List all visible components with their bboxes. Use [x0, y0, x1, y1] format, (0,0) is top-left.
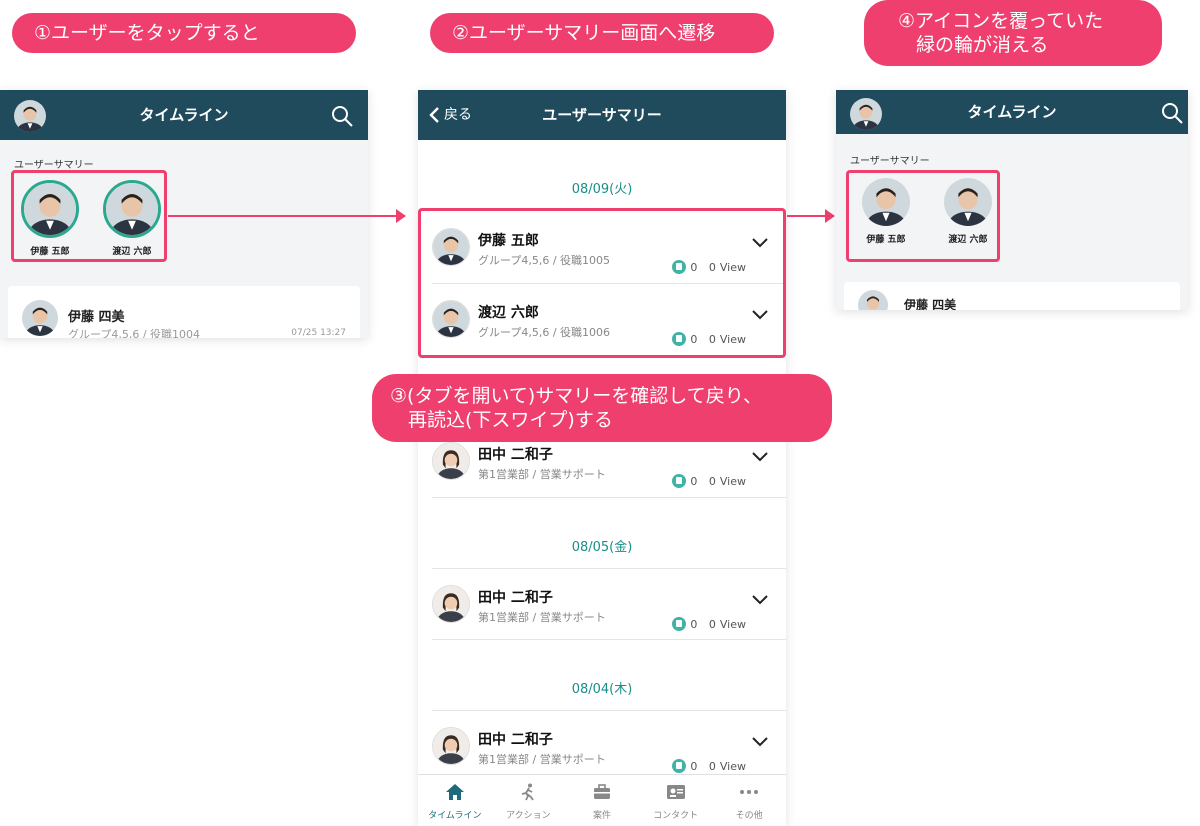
- feed-card[interactable]: 伊藤 四美 グループ4,5,6 / 役職1004 07/25 13:27: [8, 286, 360, 338]
- chevron-down-icon[interactable]: [752, 452, 768, 462]
- feed-card[interactable]: 伊藤 四美: [844, 282, 1180, 310]
- highlight-users-screen3: [846, 170, 1000, 262]
- arrow-to-screen3: [787, 209, 835, 223]
- callout-text: ①ユーザーをタップすると: [34, 22, 260, 44]
- feed-avatar: [858, 290, 888, 310]
- feed-list: 伊藤 四美: [836, 264, 1188, 310]
- callout-text: 再読込(下スワイプ)する: [408, 409, 613, 431]
- home-icon: [445, 784, 464, 800]
- row-stats: 0 0 View: [672, 617, 746, 631]
- view-count: 0: [708, 474, 716, 488]
- tab-label: 案件: [592, 811, 611, 821]
- summary-row[interactable]: 田中 二和子 第1営業部 / 営業サポート 0 0 View: [432, 568, 786, 640]
- date-header: 08/05(金): [571, 540, 633, 555]
- feed-time: 07/25 13:27: [291, 328, 346, 338]
- tab-contact[interactable]: コンタクト: [639, 775, 713, 826]
- screen-user-summary: 戻る ユーザーサマリー 08/09(火) 伊藤 五郎 グループ4,5,6 / 役…: [418, 90, 786, 826]
- thumbs-up-icon: [672, 617, 687, 631]
- row-name: 田中 二和子: [478, 732, 553, 748]
- tab-bar: タイムライン アクション 案件 コンタクト その他: [418, 774, 786, 826]
- date-header: 08/09(火): [571, 182, 633, 197]
- summary-label: ユーザーサマリー: [850, 156, 930, 167]
- row-avatar: [432, 585, 470, 623]
- view-count: 0: [708, 759, 716, 773]
- view-label: View: [719, 474, 746, 488]
- row-dept: 第1営業部 / 営業サポート: [478, 753, 606, 766]
- summary-row[interactable]: 田中 二和子 第1営業部 / 営業サポート 0 0 View: [432, 710, 786, 782]
- feed-avatar: [22, 300, 58, 336]
- page-title: ユーザーサマリー: [542, 106, 662, 124]
- callout-step2: ②ユーザーサマリー画面へ遷移: [430, 13, 774, 53]
- navigation-bar: タイムライン: [0, 90, 368, 140]
- like-count: 0: [690, 617, 698, 631]
- like-count: 0: [690, 474, 698, 488]
- callout-text: ③(タブを開いて)サマリーを確認して戻り、: [390, 385, 762, 407]
- chevron-down-icon[interactable]: [752, 595, 768, 605]
- callout-step3: ③(タブを開いて)サマリーを確認して戻り、 再読込(下スワイプ)する: [372, 374, 832, 442]
- page-title: タイムライン: [139, 106, 229, 124]
- row-stats: 0 0 View: [672, 759, 746, 773]
- feed-list: 伊藤 四美 グループ4,5,6 / 役職1004 07/25 13:27: [0, 270, 368, 338]
- date-header: 08/04(木): [571, 682, 633, 697]
- page-title: タイムライン: [967, 103, 1057, 121]
- running-person-icon: [522, 783, 535, 801]
- tab-label: アクション: [506, 811, 551, 821]
- feed-name: 伊藤 四美: [904, 298, 957, 310]
- briefcase-icon: [593, 784, 610, 799]
- feed-name: 伊藤 四美: [68, 310, 125, 325]
- tab-action[interactable]: アクション: [492, 775, 566, 826]
- row-name: 田中 二和子: [478, 590, 553, 606]
- thumbs-up-icon: [672, 759, 687, 773]
- arrow-to-screen2: [168, 209, 406, 223]
- search-icon[interactable]: [1160, 101, 1184, 125]
- thumbs-up-icon: [672, 474, 687, 488]
- contact-card-icon: [666, 785, 685, 799]
- row-name: 田中 二和子: [478, 447, 553, 463]
- callout-text: ④アイコンを覆っていた: [898, 10, 1104, 32]
- chevron-down-icon[interactable]: [752, 737, 768, 747]
- summary-label: ユーザーサマリー: [14, 160, 94, 171]
- view-count: 0: [708, 617, 716, 631]
- highlight-users-screen1: [11, 170, 167, 262]
- tab-label: コンタクト: [653, 811, 699, 821]
- more-dots-icon: [740, 790, 759, 794]
- view-label: View: [719, 617, 746, 631]
- highlight-rows-screen2: [418, 208, 786, 358]
- callout-text: ②ユーザーサマリー画面へ遷移: [452, 22, 716, 44]
- row-avatar: [432, 727, 470, 765]
- tab-deals[interactable]: 案件: [565, 775, 639, 826]
- navigation-bar: タイムライン: [836, 90, 1188, 134]
- like-count: 0: [690, 759, 698, 773]
- callout-text: 緑の輪が消える: [916, 34, 1049, 56]
- search-icon[interactable]: [330, 104, 354, 128]
- callout-step1: ①ユーザーをタップすると: [12, 13, 356, 53]
- navigation-bar: 戻る ユーザーサマリー: [418, 90, 786, 140]
- row-dept: 第1営業部 / 営業サポート: [478, 611, 606, 624]
- callout-step4: ④アイコンを覆っていた 緑の輪が消える: [864, 0, 1162, 66]
- feed-dept: グループ4,5,6 / 役職1004: [68, 328, 201, 338]
- row-stats: 0 0 View: [672, 474, 746, 488]
- tab-label: その他: [735, 811, 763, 821]
- tab-more[interactable]: その他: [712, 775, 786, 826]
- tab-timeline[interactable]: タイムライン: [418, 775, 492, 826]
- row-avatar: [432, 442, 470, 480]
- row-dept: 第1営業部 / 営業サポート: [478, 468, 606, 481]
- view-label: View: [719, 759, 746, 773]
- tab-label: タイムライン: [428, 811, 482, 821]
